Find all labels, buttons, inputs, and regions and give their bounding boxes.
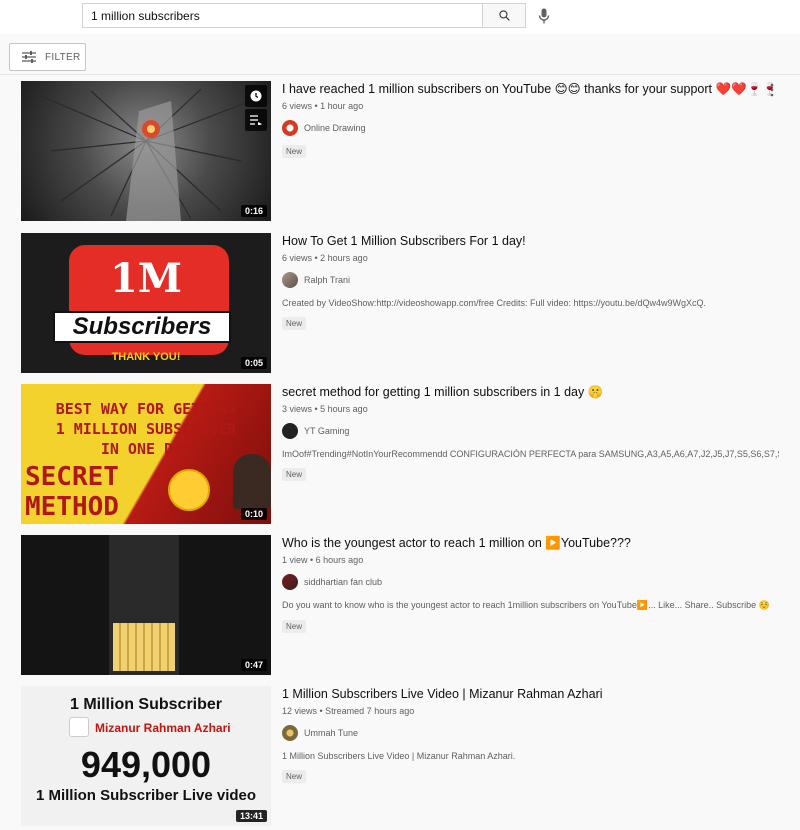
avatar[interactable]	[282, 423, 298, 439]
voice-search-button[interactable]	[534, 6, 554, 26]
filter-button[interactable]: FILTER	[9, 43, 86, 71]
video-meta: 3 views • 5 hours ago	[282, 404, 368, 414]
video-result[interactable]: 1 Million Subscriber Mizanur Rahman Azha…	[21, 686, 791, 826]
top-bar: 1 million subscribers	[0, 0, 800, 34]
channel-name[interactable]: Online Drawing	[304, 123, 366, 133]
thumbnail-big-text: 1M	[109, 255, 183, 302]
filter-label: FILTER	[45, 51, 81, 63]
video-description: Do you want to know who is the youngest …	[282, 600, 770, 610]
more-vert-icon[interactable]	[767, 83, 777, 97]
thumbnail-sub-text: Subscribers	[53, 311, 231, 343]
watch-later-icon	[250, 90, 262, 102]
video-thumbnail[interactable]: 0:16	[21, 81, 271, 221]
mic-icon	[538, 8, 550, 24]
video-meta: 12 views • Streamed 7 hours ago	[282, 706, 415, 716]
video-duration: 0:47	[240, 659, 267, 671]
thumbnail-art	[40, 88, 252, 221]
video-result[interactable]: 0:16 I have reached 1 million subscriber…	[21, 81, 791, 221]
video-thumbnail[interactable]: 1 Million Subscriber Mizanur Rahman Azha…	[21, 686, 271, 826]
video-title[interactable]: secret method for getting 1 million subs…	[282, 384, 782, 401]
filter-icon	[22, 51, 36, 63]
add-to-queue-icon	[250, 115, 262, 125]
video-description: 1 Million Subscribers Live Video | Mizan…	[282, 751, 516, 761]
new-badge: New	[282, 620, 307, 633]
video-duration: 0:16	[240, 205, 267, 217]
video-duration: 13:41	[235, 810, 267, 822]
channel-logo-icon	[69, 717, 89, 737]
channel-link[interactable]: Online Drawing	[282, 120, 782, 136]
shush-emoji-icon	[168, 469, 210, 511]
video-thumbnail[interactable]: 1M Subscribers THANK YOU! 0:05	[21, 233, 271, 373]
thumbnail-name: Mizanur Rahman Azhari	[95, 721, 231, 735]
video-info: secret method for getting 1 million subs…	[282, 384, 782, 482]
new-badge: New	[282, 770, 307, 783]
new-badge: New	[282, 145, 307, 158]
video-title[interactable]: 1 Million Subscribers Live Video | Mizan…	[282, 686, 782, 703]
avatar[interactable]	[282, 120, 298, 136]
watch-later-button[interactable]	[245, 85, 267, 107]
person-image	[233, 454, 271, 509]
video-duration: 0:10	[240, 508, 267, 520]
avatar[interactable]	[282, 725, 298, 741]
channel-name[interactable]: Ralph Trani	[304, 275, 350, 285]
video-title[interactable]: Who is the youngest actor to reach 1 mil…	[282, 535, 782, 552]
thumbnail-line2: 1 MILLION SUBSCRIBER	[55, 420, 237, 438]
search-icon	[498, 10, 510, 21]
avatar[interactable]	[282, 574, 298, 590]
video-title[interactable]: I have reached 1 million subscribers on …	[282, 81, 782, 98]
thumbnail-footer: 1 Million Subscriber Live video	[35, 787, 257, 804]
keyboard-image	[113, 623, 175, 671]
thumbnail-method: METHOD	[25, 492, 119, 522]
search-input[interactable]: 1 million subscribers	[82, 3, 482, 28]
video-meta: 1 view • 6 hours ago	[282, 555, 364, 565]
search-button[interactable]	[482, 3, 526, 28]
thumbnail-thanks-text: THANK YOU!	[111, 351, 181, 363]
thumbnail-secret: SECRET	[25, 462, 119, 492]
video-info: I have reached 1 million subscribers on …	[282, 81, 782, 159]
add-to-queue-button[interactable]	[245, 109, 267, 131]
video-description: Created by VideoShow:http://videoshowapp…	[282, 298, 707, 308]
new-badge: New	[282, 468, 307, 481]
channel-name[interactable]: YT Gaming	[304, 426, 349, 436]
channel-link[interactable]: YT Gaming	[282, 423, 782, 439]
video-title[interactable]: How To Get 1 Million Subscribers For 1 d…	[282, 233, 782, 250]
video-description: ImOof#Trending#NotInYourRecommendd CONFI…	[282, 449, 779, 459]
video-meta: 6 views • 2 hours ago	[282, 253, 368, 263]
channel-link[interactable]: Ummah Tune	[282, 725, 782, 741]
thumbnail-heading: 1 Million Subscriber	[69, 696, 223, 713]
video-thumbnail[interactable]: BEST WAY FOR GETTING 1 MILLION SUBSCRIBE…	[21, 384, 271, 524]
thumbnail-count: 949,000	[80, 744, 212, 785]
video-meta: 6 views • 1 hour ago	[282, 101, 364, 111]
thumbnail-line3: IN ONE DAY	[100, 440, 192, 458]
channel-name[interactable]: siddhartian fan club	[304, 577, 382, 587]
video-result[interactable]: 0:47 Who is the youngest actor to reach …	[21, 535, 791, 675]
new-badge: New	[282, 317, 307, 330]
divider	[0, 74, 800, 75]
video-info: How To Get 1 Million Subscribers For 1 d…	[282, 233, 782, 331]
video-thumbnail[interactable]: 0:47	[21, 535, 271, 675]
channel-name[interactable]: Ummah Tune	[304, 728, 358, 738]
avatar[interactable]	[282, 272, 298, 288]
channel-link[interactable]: siddhartian fan club	[282, 574, 782, 590]
channel-link[interactable]: Ralph Trani	[282, 272, 782, 288]
video-info: Who is the youngest actor to reach 1 mil…	[282, 535, 782, 634]
thumbnail-line1: BEST WAY FOR GETTING	[55, 400, 237, 418]
video-result[interactable]: 1M Subscribers THANK YOU! 0:05 How To Ge…	[21, 233, 791, 373]
video-result[interactable]: BEST WAY FOR GETTING 1 MILLION SUBSCRIBE…	[21, 384, 791, 524]
video-duration: 0:05	[240, 357, 267, 369]
video-info: 1 Million Subscribers Live Video | Mizan…	[282, 686, 782, 784]
